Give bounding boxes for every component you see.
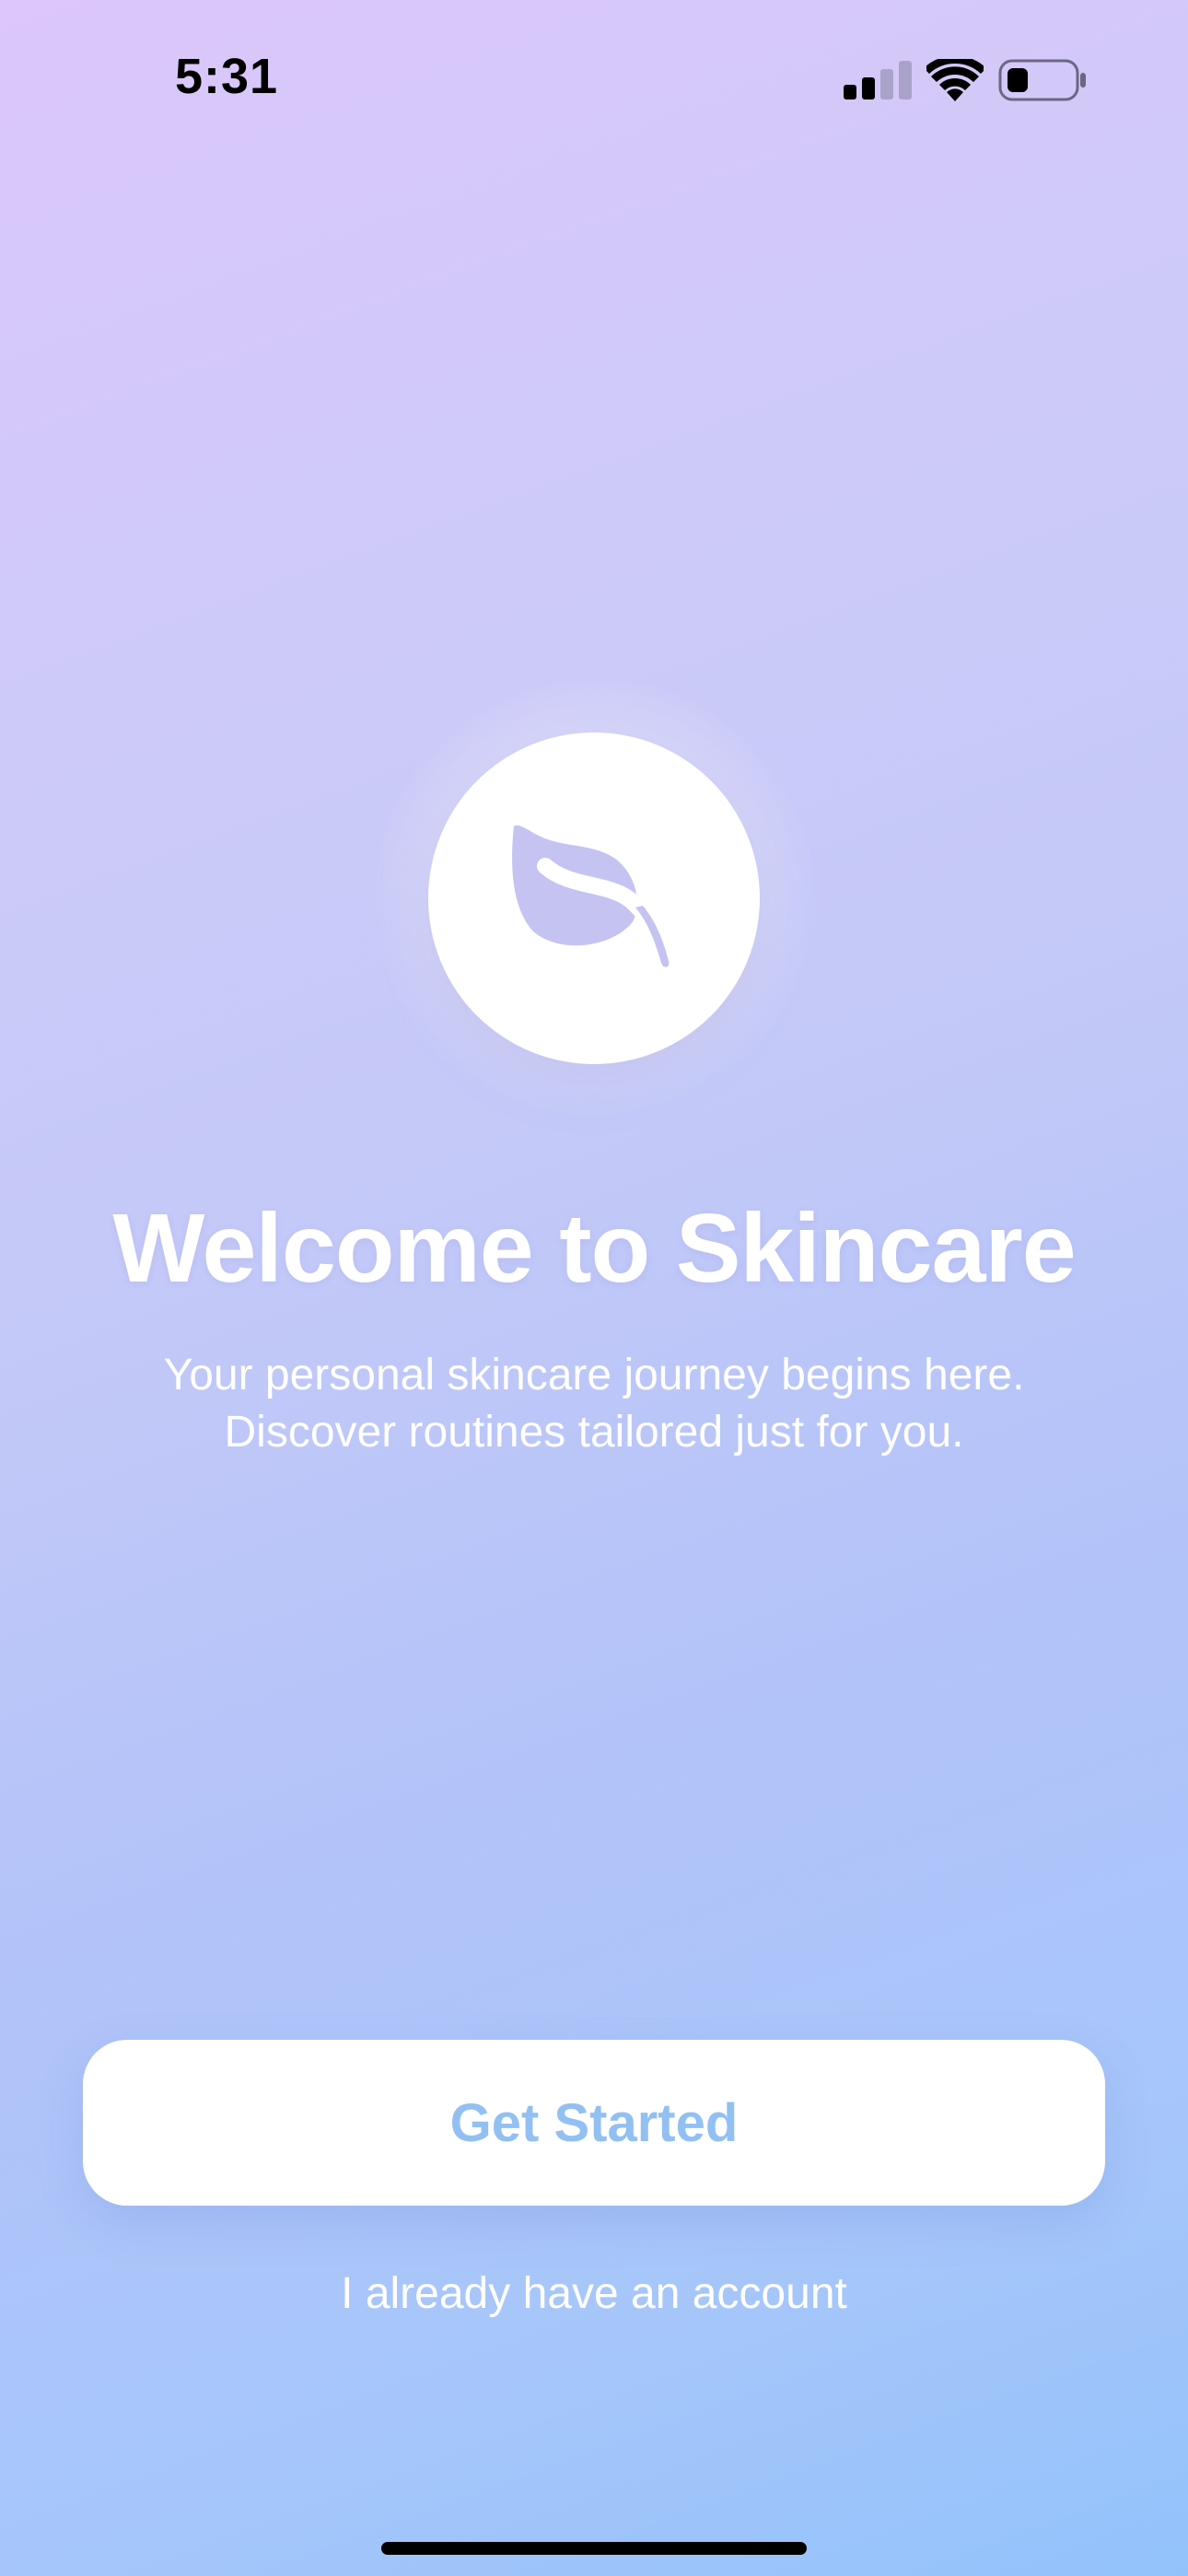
leaf-icon [512, 825, 677, 973]
welcome-subtitle-line-2: Discover routines tailored just for you. [224, 1408, 964, 1457]
status-time: 5:31 [175, 49, 279, 104]
battery-low-icon [998, 59, 1086, 101]
welcome-title: Welcome to Skincare [112, 1194, 1076, 1303]
home-indicator[interactable] [381, 2542, 807, 2555]
welcome-subtitle: Your personal skincare journey begins he… [0, 1347, 1188, 1461]
status-bar: 5:31 [0, 0, 1188, 157]
welcome-subtitle-line-1: Your personal skincare journey begins he… [163, 1351, 1025, 1399]
existing-account-link[interactable]: I already have an account [0, 2268, 1188, 2319]
cellular-signal-icon [844, 61, 912, 100]
wifi-icon [926, 59, 984, 101]
get-started-button[interactable]: Get Started [83, 2040, 1105, 2206]
